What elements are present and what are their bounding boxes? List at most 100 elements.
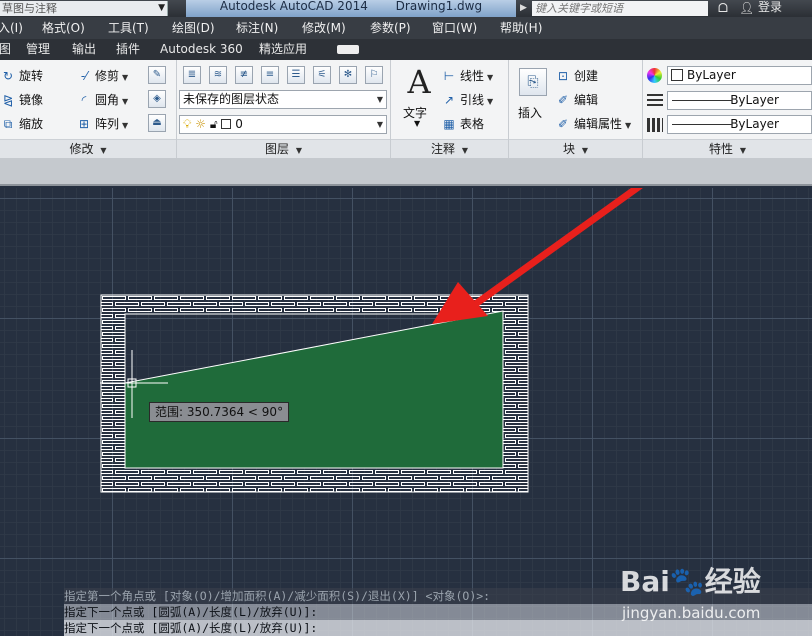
- current-layer-value: 0: [235, 117, 243, 131]
- color-value: ByLayer: [687, 68, 736, 82]
- layer-match-icon[interactable]: ≢: [235, 66, 253, 84]
- erase-icon[interactable]: ✎: [148, 66, 166, 84]
- baidu-jingyan-watermark: Bai🐾经验 jingyan.baidu.com: [620, 560, 806, 630]
- insert-block-icon[interactable]: ⎘: [519, 68, 547, 96]
- color-wheel-icon[interactable]: [647, 68, 662, 83]
- menu-window[interactable]: 窗口(W): [432, 17, 477, 39]
- login-link[interactable]: 登录: [758, 0, 782, 17]
- trim-label: 修剪: [95, 69, 120, 83]
- layer-isolate-icon[interactable]: ☰: [287, 66, 305, 84]
- color-dropdown[interactable]: ByLayer: [667, 66, 812, 85]
- menu-insert[interactable]: 入(I): [0, 17, 23, 39]
- edit-attributes-label: 编辑属性: [574, 117, 623, 131]
- modify-panel: ↻ 旋转 -⁄ 修剪 ▼ ⧎ 镜像 ◜ 圆角 ▼ ⧉ 缩放 ⊞ 阵列 ▼ ✎ ◈ ⏏ 修改 ▼: [0, 60, 177, 158]
- rotate-label: 旋转: [19, 69, 44, 83]
- layer-state-dropdown[interactable]: 未保存的图层状态 ▼: [179, 90, 387, 109]
- linetype-dropdown[interactable]: ByLayer: [667, 115, 812, 134]
- create-block-button[interactable]: ⊡ 创建: [555, 66, 598, 86]
- leader-button[interactable]: ↗ 引线 ▼: [441, 90, 493, 110]
- rotate-button[interactable]: ↻ 旋转: [0, 66, 43, 86]
- tab-view[interactable]: 图: [0, 39, 11, 60]
- linear-dimension-icon: ⊢: [443, 69, 455, 83]
- scale-button[interactable]: ⧉ 缩放: [0, 114, 43, 134]
- array-button[interactable]: ⊞ 阵列 ▼: [76, 114, 128, 134]
- ribbon-tab-bar: 图 管理 输出 插件 Autodesk 360 精选应用: [0, 39, 812, 60]
- annotation-panel-title[interactable]: 注释 ▼: [391, 139, 508, 158]
- layers-panel-title[interactable]: 图层 ▼: [177, 139, 390, 158]
- linetype-icon[interactable]: [647, 118, 663, 132]
- fillet-button[interactable]: ◜ 圆角 ▼: [76, 90, 129, 110]
- color-swatch: [671, 69, 683, 81]
- fillet-icon: ◜: [81, 93, 87, 107]
- lineweight-icon[interactable]: [647, 94, 663, 108]
- workspace-value: 草图与注释: [2, 2, 57, 15]
- app-title: Autodesk AutoCAD 2014: [219, 0, 368, 13]
- block-title-text: 块: [563, 142, 576, 156]
- annotation-title-text: 注释: [431, 142, 456, 156]
- binoculars-icon[interactable]: ᗝ: [714, 0, 732, 17]
- ribbon: ↻ 旋转 -⁄ 修剪 ▼ ⧎ 镜像 ◜ 圆角 ▼ ⧉ 缩放 ⊞ 阵列 ▼ ✎ ◈ ⏏ 修改 ▼ ≣…: [0, 60, 812, 158]
- mirror-button[interactable]: ⧎ 镜像: [0, 90, 43, 110]
- create-label: 创建: [574, 69, 599, 83]
- menu-parametric[interactable]: 参数(P): [370, 17, 411, 39]
- lineweight-line: [672, 100, 732, 101]
- modify-panel-title[interactable]: 修改 ▼: [0, 139, 176, 158]
- menu-format[interactable]: 格式(O): [42, 17, 85, 39]
- edit-block-icon: ✐: [557, 93, 569, 107]
- leader-label: 引线: [460, 93, 485, 107]
- lineweight-value: ByLayer: [730, 93, 779, 107]
- tab-a360[interactable]: Autodesk 360: [160, 39, 243, 60]
- create-block-icon: ⊡: [557, 69, 569, 83]
- file-tab-strip: [0, 158, 812, 186]
- tab-output[interactable]: 输出: [72, 39, 96, 60]
- area-highlight-polygon[interactable]: [124, 310, 504, 469]
- title-bar: 草图与注释 ▼ Autodesk AutoCAD 2014 Drawing1.d…: [0, 0, 812, 17]
- menu-help[interactable]: 帮助(H): [500, 17, 542, 39]
- table-label: 表格: [460, 117, 485, 131]
- tab-plugins[interactable]: 插件: [116, 39, 140, 60]
- menu-tools[interactable]: 工具(T): [108, 17, 149, 39]
- fillet-label: 圆角: [95, 93, 120, 107]
- tab-featured-apps[interactable]: 精选应用: [259, 39, 307, 60]
- layer-state-icon[interactable]: ≋: [209, 66, 227, 84]
- layer-unisolate-icon[interactable]: ⚟: [313, 66, 331, 84]
- current-layer-dropdown[interactable]: 💡︎ ☼ 🔓︎ 0 ▼: [179, 115, 387, 134]
- block-panel-title[interactable]: 块 ▼: [509, 139, 642, 158]
- menu-draw[interactable]: 绘图(D): [172, 17, 215, 39]
- stretch-icon[interactable]: ⏏: [148, 114, 166, 132]
- layers-title-text: 图层: [265, 142, 290, 156]
- layer-previous-icon[interactable]: ≡: [261, 66, 279, 84]
- text-dropdown-caret[interactable]: ▼: [414, 119, 420, 128]
- dynamic-input-tooltip: 范围: 350.7364 < 90°: [149, 402, 290, 422]
- search-input[interactable]: 键入关键字或短语: [532, 1, 708, 16]
- menu-modify[interactable]: 修改(M): [302, 17, 346, 39]
- array-icon: ⊞: [78, 117, 90, 131]
- menu-dimension[interactable]: 标注(N): [236, 17, 278, 39]
- insert-button[interactable]: 插入: [518, 104, 542, 121]
- layer-off-icon[interactable]: ⚐: [365, 66, 383, 84]
- trim-button[interactable]: -⁄ 修剪 ▼: [76, 66, 128, 86]
- lineweight-dropdown[interactable]: ByLayer: [667, 91, 812, 110]
- workspace-dropdown[interactable]: 草图与注释 ▼: [0, 1, 168, 16]
- play-icon[interactable]: ▶: [520, 3, 527, 13]
- layer-freeze-icon[interactable]: ✻: [339, 66, 357, 84]
- explode-icon[interactable]: ◈: [148, 90, 166, 108]
- table-icon: ▦: [443, 117, 455, 131]
- properties-panel-title[interactable]: 特性 ▼: [643, 139, 812, 158]
- linear-dimension-button[interactable]: ⊢ 线性 ▼: [441, 66, 493, 86]
- trim-icon: -⁄: [80, 69, 88, 83]
- linetype-line: [672, 124, 732, 125]
- user-icon[interactable]: 👤︎: [739, 0, 754, 17]
- table-button[interactable]: ▦ 表格: [441, 114, 484, 134]
- lightbulb-icon: 💡︎: [183, 117, 192, 131]
- mirror-label: 镜像: [19, 93, 44, 107]
- tab-manage[interactable]: 管理: [26, 39, 50, 60]
- edit-attributes-button[interactable]: ✐ 编辑属性 ▼: [555, 114, 631, 134]
- layer-properties-icon[interactable]: ≣: [183, 66, 201, 84]
- scale-icon: ⧉: [3, 117, 13, 131]
- edit-block-button[interactable]: ✐ 编辑: [555, 90, 598, 110]
- text-icon[interactable]: A: [404, 64, 434, 100]
- ribbon-options-icon[interactable]: [337, 45, 359, 54]
- edit-label: 编辑: [574, 93, 599, 107]
- layer-color-swatch: [221, 119, 232, 129]
